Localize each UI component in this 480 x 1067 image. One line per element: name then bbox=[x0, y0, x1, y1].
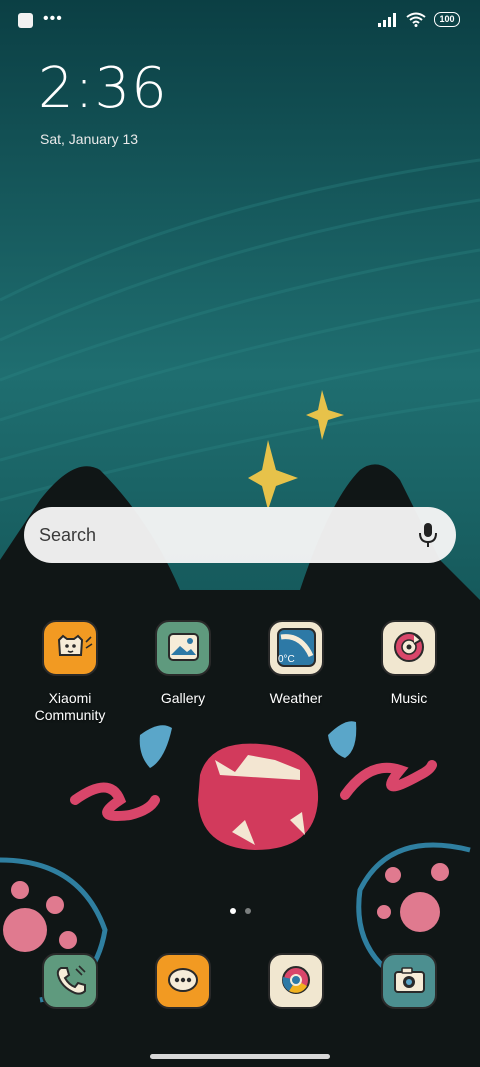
battery-indicator: 100 bbox=[434, 12, 460, 27]
home-gesture-bar[interactable] bbox=[150, 1054, 330, 1059]
app-label: Weather bbox=[269, 690, 323, 706]
notification-icon bbox=[18, 13, 33, 28]
app-label: Gallery bbox=[160, 690, 206, 706]
dock-phone[interactable] bbox=[15, 953, 125, 1009]
app-weather[interactable]: 0°C Weather bbox=[241, 620, 351, 707]
microphone-icon[interactable] bbox=[418, 522, 438, 548]
search-input[interactable]: Search bbox=[39, 525, 96, 546]
xiaomi-community-icon bbox=[42, 620, 98, 676]
dock-camera[interactable] bbox=[354, 953, 464, 1009]
gallery-icon bbox=[155, 620, 211, 676]
music-icon bbox=[381, 620, 437, 676]
phone-icon bbox=[42, 953, 98, 1009]
app-label: Xiaomi Community bbox=[34, 690, 106, 723]
app-gallery[interactable]: Gallery bbox=[128, 620, 238, 707]
messages-icon bbox=[155, 953, 211, 1009]
weather-icon: 0°C bbox=[268, 620, 324, 676]
app-xiaomi-community[interactable]: Xiaomi Community bbox=[15, 620, 125, 724]
signal-icon bbox=[378, 12, 396, 27]
weather-temperature: 0°C bbox=[278, 654, 295, 665]
dock-messages[interactable] bbox=[128, 953, 238, 1009]
date[interactable]: Sat, January 13 bbox=[40, 131, 138, 147]
wifi-icon bbox=[406, 12, 426, 27]
camera-icon bbox=[381, 953, 437, 1009]
status-bar: ••• 100 bbox=[0, 0, 480, 42]
more-notifications-icon: ••• bbox=[43, 9, 63, 27]
page-indicator[interactable] bbox=[0, 908, 480, 914]
app-label: Music bbox=[390, 690, 428, 706]
app-music[interactable]: Music bbox=[354, 620, 464, 707]
chrome-icon bbox=[268, 953, 324, 1009]
search-bar[interactable]: Search bbox=[24, 507, 456, 563]
page-dot-active[interactable] bbox=[229, 908, 236, 914]
clock[interactable]: 2:36 bbox=[38, 56, 168, 121]
dock-chrome[interactable] bbox=[241, 953, 351, 1009]
page-dot[interactable] bbox=[244, 908, 251, 914]
